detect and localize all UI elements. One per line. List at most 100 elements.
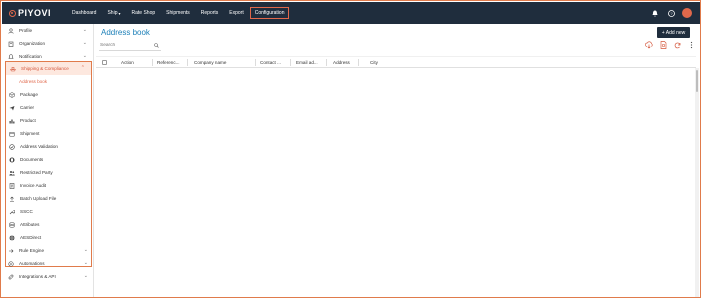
chevron-down-icon: ⌄: [83, 273, 88, 279]
search-icon[interactable]: [154, 43, 159, 50]
nav-reports[interactable]: Reports: [201, 10, 219, 16]
sidebar-item-address-book[interactable]: Address book: [6, 75, 91, 88]
person-icon: [8, 27, 14, 34]
sidebar-item-documents[interactable]: Documents: [6, 153, 91, 166]
nav-dashboard-label: Dashboard: [72, 10, 97, 16]
chevron-down-icon: ⌄: [83, 260, 88, 266]
sidebar: Profile ⌄ Organization ⌄ Notification ⌄ …: [2, 24, 94, 297]
globe-icon: [9, 234, 15, 241]
chevron-down-icon: ⌄: [82, 40, 87, 46]
chevron-down-icon: ⌄: [82, 27, 87, 33]
bell-icon: [8, 53, 14, 60]
nav-export-label: Export: [229, 10, 244, 16]
sidebar-item-label: Attributes: [20, 222, 40, 227]
search-input[interactable]: [99, 43, 151, 48]
box-icon: [9, 131, 15, 137]
sidebar-item-shipping-compliance[interactable]: Shipping & Compliance ⌃: [6, 62, 91, 75]
users-icon: [9, 170, 15, 176]
sidebar-item-invoice-audit[interactable]: Invoice Audit: [6, 179, 91, 192]
database-icon: [9, 221, 15, 228]
nav-ship-label: Ship: [107, 10, 118, 16]
sidebar-item-label: Rule Engine: [19, 248, 45, 253]
sidebar-item-label: Integrations & API: [19, 274, 56, 279]
main-content: Address book + Add new Action: [96, 24, 700, 297]
ship-icon: [10, 66, 16, 72]
top-nav-bar: PIYOVI Dashboard Ship ▾ Rate Shop Shipmen…: [2, 2, 700, 24]
nav-export[interactable]: Export: [229, 10, 243, 16]
top-icons: ?: [644, 6, 692, 20]
table-toolbar: [639, 41, 695, 49]
sidebar-item-label: Carrier: [20, 105, 35, 110]
sidebar-item-label: Restricted Party: [20, 170, 53, 175]
rule-icon: [8, 248, 14, 254]
sidebar-item-label: Organization: [19, 41, 46, 46]
bell-icon[interactable]: [650, 6, 660, 20]
sidebar-item-shipment[interactable]: Shipment: [6, 127, 91, 140]
column-header-email[interactable]: Email ad...: [296, 60, 318, 65]
sidebar-item-label: Product: [20, 118, 36, 123]
column-divider[interactable]: [255, 59, 256, 66]
download-icon[interactable]: [645, 41, 653, 49]
sidebar-item-label: Profile: [19, 28, 33, 33]
sidebar-item-label: Notification: [19, 54, 42, 59]
building-icon: [8, 41, 14, 47]
column-divider[interactable]: [187, 59, 188, 66]
column-divider[interactable]: [326, 59, 327, 66]
table-header: Action Referenc... Company name Contact …: [96, 56, 696, 68]
logo-text: PIYOVI: [18, 8, 52, 18]
help-icon[interactable]: ?: [666, 6, 676, 20]
sidebar-item-carrier[interactable]: Carrier: [6, 101, 91, 114]
sidebar-item-attributes[interactable]: Attributes: [6, 218, 91, 231]
sidebar-item-restricted-party[interactable]: Restricted Party: [6, 166, 91, 179]
sidebar-item-automations[interactable]: Automations ⌄: [2, 257, 94, 270]
package-icon: [9, 91, 15, 98]
sidebar-item-profile[interactable]: Profile ⌄: [2, 24, 93, 37]
column-header-city[interactable]: City: [370, 60, 378, 65]
nav-shipments[interactable]: Shipments: [166, 10, 190, 16]
column-header-action[interactable]: Action: [121, 60, 134, 65]
sidebar-item-integrations-api[interactable]: Integrations & API ⌄: [2, 270, 94, 283]
column-divider[interactable]: [290, 59, 291, 66]
sidebar-item-address-validation[interactable]: Address Validation: [6, 140, 91, 153]
sidebar-item-label: Address book: [19, 79, 48, 84]
more-vertical-icon[interactable]: [687, 41, 695, 49]
select-all-checkbox[interactable]: [102, 60, 107, 65]
sidebar-item-label: Package: [20, 92, 38, 97]
column-divider[interactable]: [358, 59, 359, 66]
caret-down-icon: ▾: [118, 10, 121, 16]
column-header-company-name[interactable]: Company name: [194, 60, 226, 65]
logo-icon: [9, 9, 16, 17]
nav-rate-shop[interactable]: Rate Shop: [132, 10, 156, 16]
sidebar-item-organization[interactable]: Organization ⌄: [2, 37, 93, 50]
page-title: Address book: [101, 28, 150, 37]
sidebar-item-product[interactable]: Product: [6, 114, 91, 127]
sidebar-item-batch-upload-file[interactable]: Batch Upload File: [6, 192, 91, 205]
add-new-button[interactable]: + Add new: [657, 27, 690, 38]
refresh-icon[interactable]: [673, 41, 681, 49]
column-header-contact[interactable]: Contact ...: [260, 60, 281, 65]
sidebar-item-label: SSCC: [20, 209, 33, 214]
nav-dashboard[interactable]: Dashboard: [72, 10, 96, 16]
scrollbar-thumb[interactable]: [696, 70, 698, 92]
logo[interactable]: PIYOVI: [9, 7, 51, 19]
nav-ship[interactable]: Ship ▾: [107, 10, 120, 16]
nav-rate-shop-label: Rate Shop: [131, 10, 156, 16]
search-box: [99, 41, 161, 51]
export-file-icon[interactable]: [659, 41, 667, 49]
nav-configuration-label: Configuration: [254, 10, 285, 16]
sidebar-item-package[interactable]: Package: [6, 88, 91, 101]
sidebar-item-rule-engine[interactable]: Rule Engine ⌄: [2, 244, 94, 257]
column-header-reference[interactable]: Referenc...: [157, 60, 179, 65]
nav-configuration[interactable]: Configuration: [249, 7, 290, 19]
sidebar-item-label: Documents: [20, 157, 44, 162]
avatar[interactable]: [682, 8, 692, 18]
sidebar-group-shipping-compliance: Shipping & Compliance ⌃ Address book Pac…: [5, 61, 92, 267]
main-nav: Dashboard Ship ▾ Rate Shop Shipments Repo…: [72, 2, 300, 24]
plane-icon: [9, 105, 15, 111]
column-header-address[interactable]: Address: [333, 60, 350, 65]
chevron-up-icon: ⌃: [80, 65, 85, 71]
sidebar-item-sscc[interactable]: SSCC: [6, 205, 91, 218]
vertical-scrollbar[interactable]: [695, 68, 699, 297]
sidebar-item-aesdirect[interactable]: AESDirect: [6, 231, 91, 244]
column-divider[interactable]: [152, 59, 153, 66]
